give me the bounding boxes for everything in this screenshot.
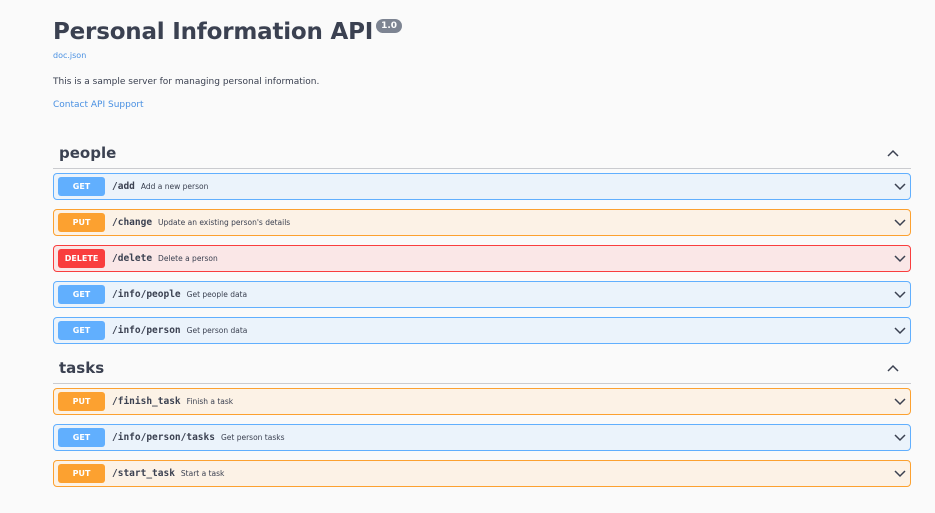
method-badge: GET [58,428,105,447]
operation-get-info-people[interactable]: GET /info/people Get people data [53,281,911,308]
chevron-down-icon[interactable] [894,432,906,442]
chevron-down-icon[interactable] [894,468,906,478]
chevron-down-icon[interactable] [894,217,906,227]
operation-path: /info/person/tasks [112,432,215,443]
operation-path: /info/people [112,289,181,300]
operation-summary: Get person data [186,326,248,335]
method-badge: PUT [58,392,105,411]
api-description: This is a sample server for managing per… [53,77,320,87]
contact-support-link[interactable]: Contact API Support [53,99,913,111]
operation-summary: Finish a task [186,397,234,406]
chevron-down-icon[interactable] [894,325,906,335]
operation-summary: Get person tasks [220,433,285,442]
operation-summary: Add a new person [140,182,209,191]
section-tasks: tasks PUT /finish_task Finish a task GET… [53,353,911,487]
section-title: people [59,144,117,162]
section-title: tasks [59,359,105,377]
operation-get-info-person-tasks[interactable]: GET /info/person/tasks Get person tasks [53,424,911,451]
operation-put-change[interactable]: PUT /change Update an existing person's … [53,209,911,236]
method-badge: GET [58,177,105,196]
chevron-down-icon[interactable] [894,181,906,191]
operation-summary: Start a task [180,469,225,478]
section-people: people GET /add Add a new person PUT /ch… [53,138,911,344]
operation-delete-delete[interactable]: DELETE /delete Delete a person [53,245,911,272]
method-badge: PUT [58,464,105,483]
version-badge: 1.0 [376,19,403,33]
operation-path: /change [112,217,153,228]
chevron-down-icon[interactable] [894,396,906,406]
method-badge: GET [58,285,105,304]
operation-summary: Update an existing person's details [158,218,291,227]
chevron-down-icon[interactable] [894,253,906,263]
operation-summary: Delete a person [158,254,218,263]
operation-put-start-task[interactable]: PUT /start_task Start a task [53,460,911,487]
method-badge: PUT [58,213,105,232]
chevron-down-icon[interactable] [894,289,906,299]
method-badge: GET [58,321,105,340]
operation-path: /add [112,181,135,192]
section-header-tasks[interactable]: tasks [53,353,911,384]
operation-put-finish-task[interactable]: PUT /finish_task Finish a task [53,388,911,415]
title-row: Personal Information API 1.0 [53,16,913,48]
operation-path: /delete [112,253,153,264]
operation-summary: Get people data [186,290,248,299]
section-header-people[interactable]: people [53,138,911,169]
page-title: Personal Information API [53,19,374,45]
chevron-up-icon[interactable] [887,149,899,157]
operation-path: /finish_task [112,396,181,407]
operation-get-info-person[interactable]: GET /info/person Get person data [53,317,911,344]
operation-get-add[interactable]: GET /add Add a new person [53,173,911,200]
doc-json-link[interactable]: doc.json [53,50,913,62]
operation-path: /info/person [112,325,181,336]
api-info: Personal Information API 1.0 doc.json Th… [53,16,913,111]
operation-path: /start_task [112,468,175,479]
method-badge: DELETE [58,249,105,268]
chevron-up-icon[interactable] [887,364,899,372]
